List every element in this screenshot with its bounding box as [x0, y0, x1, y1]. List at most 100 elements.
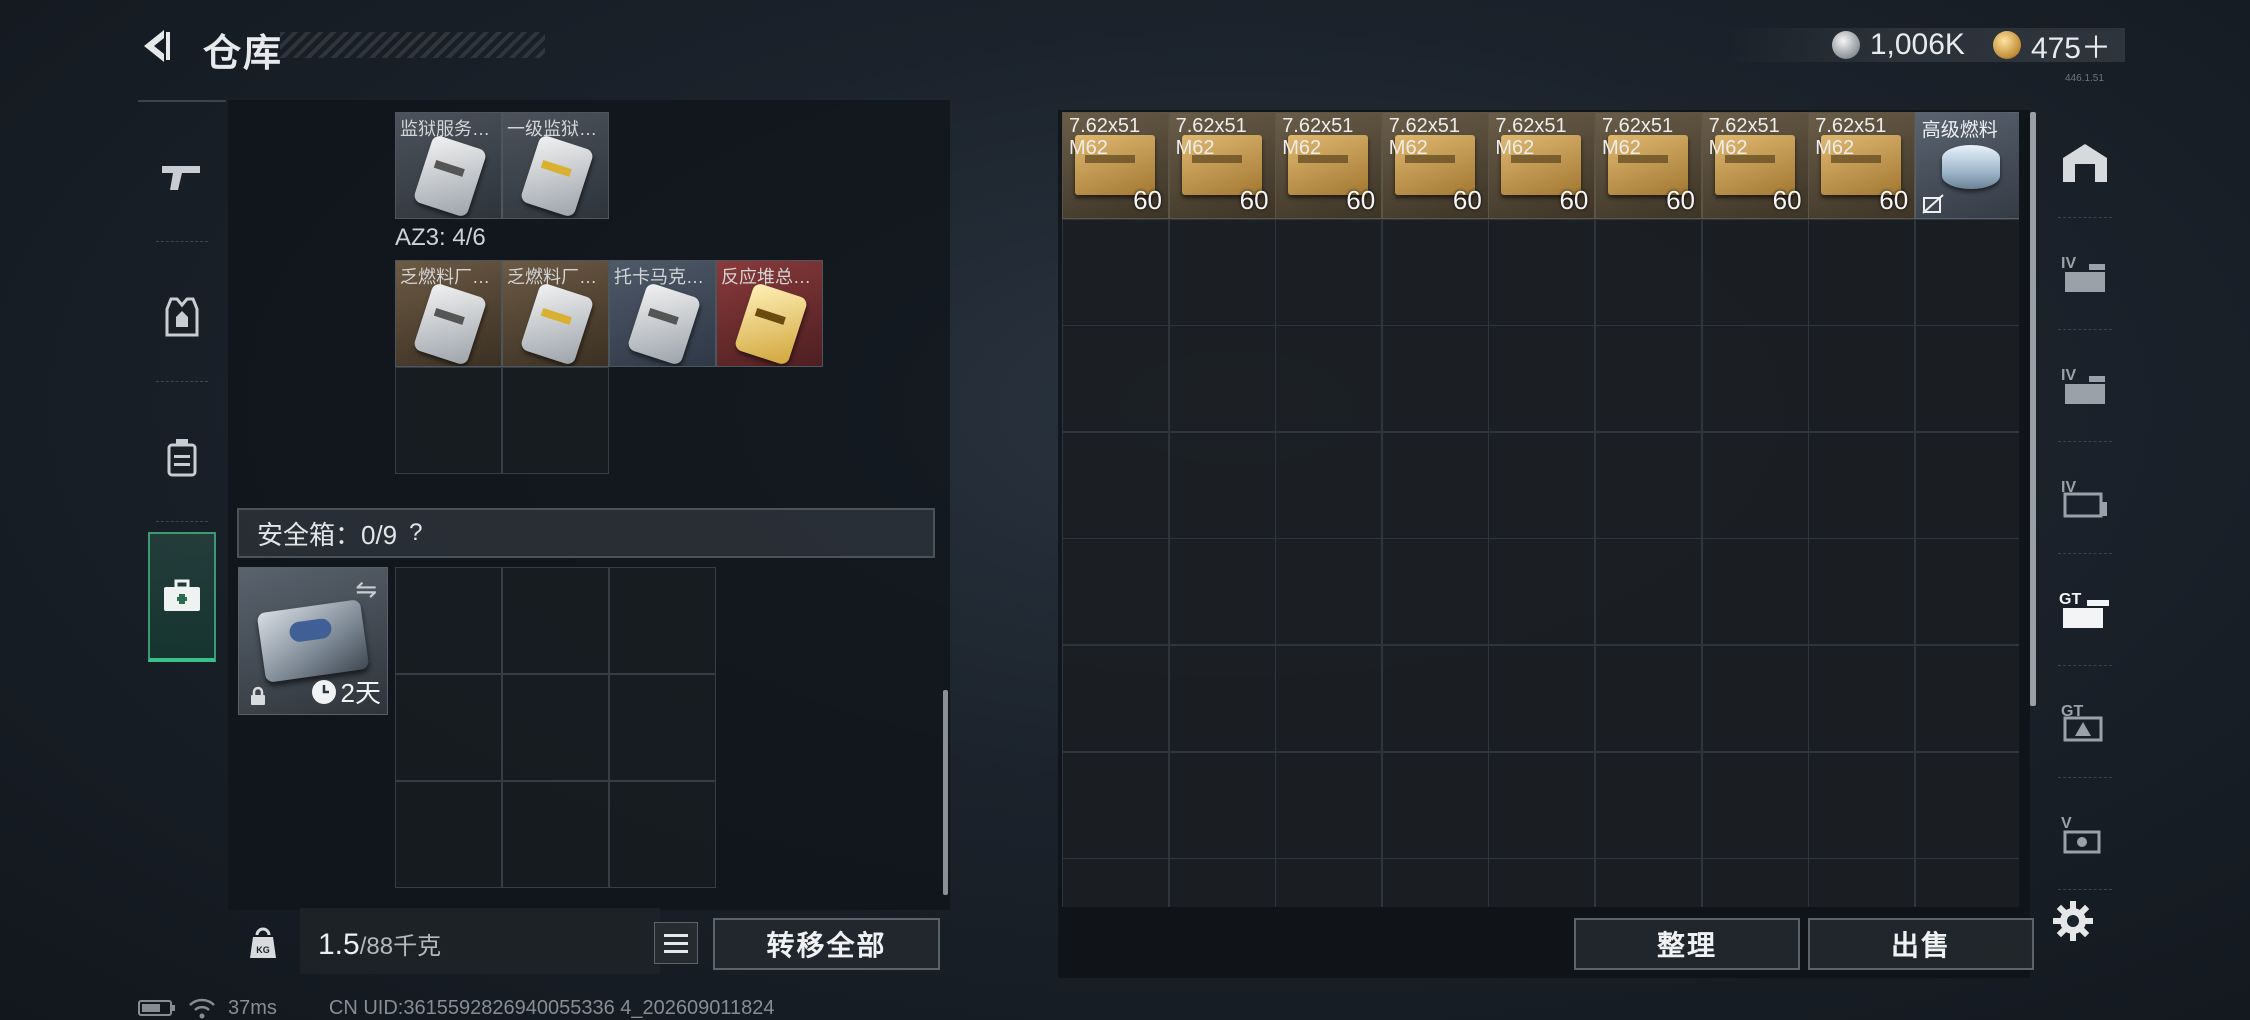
ammo-item-762x51-m62[interactable]: 7.62x51 M62 60 — [1701, 112, 1809, 219]
stash-slot[interactable] — [1701, 325, 1809, 433]
help-button[interactable]: ? — [409, 519, 422, 547]
stash-tab-iv-1[interactable]: IV — [2040, 218, 2130, 330]
rail-item-weapon[interactable] — [138, 112, 226, 242]
stash-slot[interactable] — [1595, 218, 1702, 326]
safe-slot[interactable] — [609, 674, 716, 781]
ammo-item-762x51-m62[interactable]: 7.62x51 M62 60 — [1488, 112, 1596, 219]
settings-gear-button[interactable] — [2050, 898, 2096, 944]
stash-slot[interactable] — [1062, 751, 1169, 859]
stash-slot[interactable] — [1062, 538, 1169, 646]
back-button[interactable] — [132, 22, 180, 70]
safe-box-item[interactable]: ⇋ 2天 — [238, 567, 388, 715]
item-level1-prison-card[interactable]: 一级监狱… — [502, 112, 609, 219]
ammo-item-762x51-m62[interactable]: 7.62x51 M62 60 — [1168, 112, 1276, 219]
loadout-scrollbar[interactable] — [943, 690, 948, 895]
stash-slot[interactable] — [1275, 218, 1383, 326]
stash-slot[interactable] — [1808, 325, 1916, 433]
ammo-item-762x51-m62[interactable]: 7.62x51 M62 60 — [1275, 112, 1383, 219]
stash-slot[interactable] — [1701, 431, 1809, 539]
rail-item-armor[interactable] — [138, 252, 226, 382]
stash-slot[interactable] — [1488, 538, 1596, 646]
stash-slot[interactable] — [1595, 325, 1702, 433]
stash-slot[interactable] — [1275, 645, 1383, 752]
stash-slot[interactable] — [1595, 751, 1702, 859]
stash-slot[interactable] — [1808, 431, 1916, 539]
rail-item-safe-box[interactable] — [148, 532, 216, 662]
stash-slot[interactable] — [1488, 431, 1596, 539]
stash-tab-iv-2[interactable]: IV — [2040, 330, 2130, 442]
stash-slot[interactable] — [1488, 751, 1596, 859]
ammo-item-762x51-m62[interactable]: 7.62x51 M62 60 — [1808, 112, 1916, 219]
sell-button[interactable]: 出售 — [1808, 918, 2034, 970]
ammo-item-762x51-m62[interactable]: 7.62x51 M62 60 — [1062, 112, 1169, 219]
stash-slot[interactable] — [1381, 218, 1489, 326]
stash-slot[interactable] — [1275, 431, 1383, 539]
stash-slot[interactable] — [1381, 858, 1489, 907]
stash-slot[interactable] — [1808, 751, 1916, 859]
stash-slot[interactable] — [1701, 538, 1809, 646]
item-reactor-card[interactable]: 反应堆总… — [716, 260, 823, 367]
stash-slot[interactable] — [1914, 325, 2019, 433]
safe-slot[interactable] — [395, 781, 502, 888]
organize-button[interactable]: 整理 — [1574, 918, 1800, 970]
item-spent-fuel-plant-card-1[interactable]: 乏燃料厂… — [395, 260, 502, 367]
stash-slot[interactable] — [1168, 751, 1276, 859]
rail-item-backpack[interactable] — [138, 392, 226, 522]
weight-lock-button[interactable]: KG — [243, 920, 283, 964]
stash-tab-v[interactable]: V — [2040, 778, 2130, 890]
stash-slot[interactable] — [1275, 751, 1383, 859]
stash-tab-home[interactable] — [2040, 106, 2130, 218]
stash-slot[interactable] — [1275, 858, 1383, 907]
stash-slot[interactable] — [1808, 645, 1916, 752]
stash-slot[interactable] — [1062, 218, 1169, 326]
stash-slot[interactable] — [1914, 751, 2019, 859]
stash-slot[interactable] — [1914, 538, 2019, 646]
stash-slot[interactable] — [1595, 858, 1702, 907]
ammo-item-762x51-m62[interactable]: 7.62x51 M62 60 — [1595, 112, 1702, 219]
stash-slot[interactable] — [1914, 218, 2019, 326]
stash-slot[interactable] — [1168, 858, 1276, 907]
stash-slot[interactable] — [1381, 538, 1489, 646]
stash-tab-iv-3[interactable]: IV — [2040, 442, 2130, 554]
item-spent-fuel-plant-card-2[interactable]: 乏燃料厂… — [502, 260, 609, 367]
safe-slot[interactable] — [502, 674, 609, 781]
safe-slot[interactable] — [395, 674, 502, 781]
stash-slot[interactable] — [1595, 538, 1702, 646]
safe-slot[interactable] — [502, 781, 609, 888]
empty-slot[interactable] — [395, 367, 502, 474]
item-prison-service-card[interactable]: 监狱服务… — [395, 112, 502, 219]
stash-slot[interactable] — [1062, 645, 1169, 752]
stash-slot[interactable] — [1701, 218, 1809, 326]
safe-slot[interactable] — [395, 567, 502, 674]
stash-slot[interactable] — [1488, 645, 1596, 752]
stash-slot[interactable] — [1168, 218, 1276, 326]
stash-slot[interactable] — [1808, 538, 1916, 646]
stash-slot[interactable] — [1381, 751, 1489, 859]
stash-slot[interactable] — [1595, 645, 1702, 752]
stash-slot[interactable] — [1488, 218, 1596, 326]
stash-slot[interactable] — [1808, 218, 1916, 326]
stash-tab-gt-active[interactable]: GT — [2040, 554, 2130, 666]
stash-slot[interactable] — [1701, 751, 1809, 859]
stash-slot[interactable] — [1168, 325, 1276, 433]
stash-tab-gt[interactable]: GT — [2040, 666, 2130, 778]
swap-icon[interactable]: ⇋ — [355, 574, 377, 605]
stash-slot[interactable] — [1168, 645, 1276, 752]
stash-slot[interactable] — [1168, 538, 1276, 646]
stash-slot[interactable] — [1168, 431, 1276, 539]
stash-slot[interactable] — [1488, 325, 1596, 433]
stash-slot[interactable] — [1808, 858, 1916, 907]
stash-slot[interactable] — [1381, 645, 1489, 752]
gold-currency-value[interactable]: 475＋ — [2031, 23, 2111, 67]
stash-slot[interactable] — [1381, 431, 1489, 539]
safe-slot[interactable] — [502, 567, 609, 674]
item-tokamak-card[interactable]: 托卡马克… — [609, 260, 716, 367]
stash-slot[interactable] — [1275, 325, 1383, 433]
stash-slot[interactable] — [1595, 431, 1702, 539]
stash-slot[interactable] — [1062, 431, 1169, 539]
item-advanced-fuel[interactable]: 高级燃料 — [1914, 112, 2019, 219]
stash-slot[interactable] — [1914, 431, 2019, 539]
safe-slot[interactable] — [609, 567, 716, 674]
transfer-all-button[interactable]: 转移全部 — [713, 918, 940, 970]
safe-slot[interactable] — [609, 781, 716, 888]
